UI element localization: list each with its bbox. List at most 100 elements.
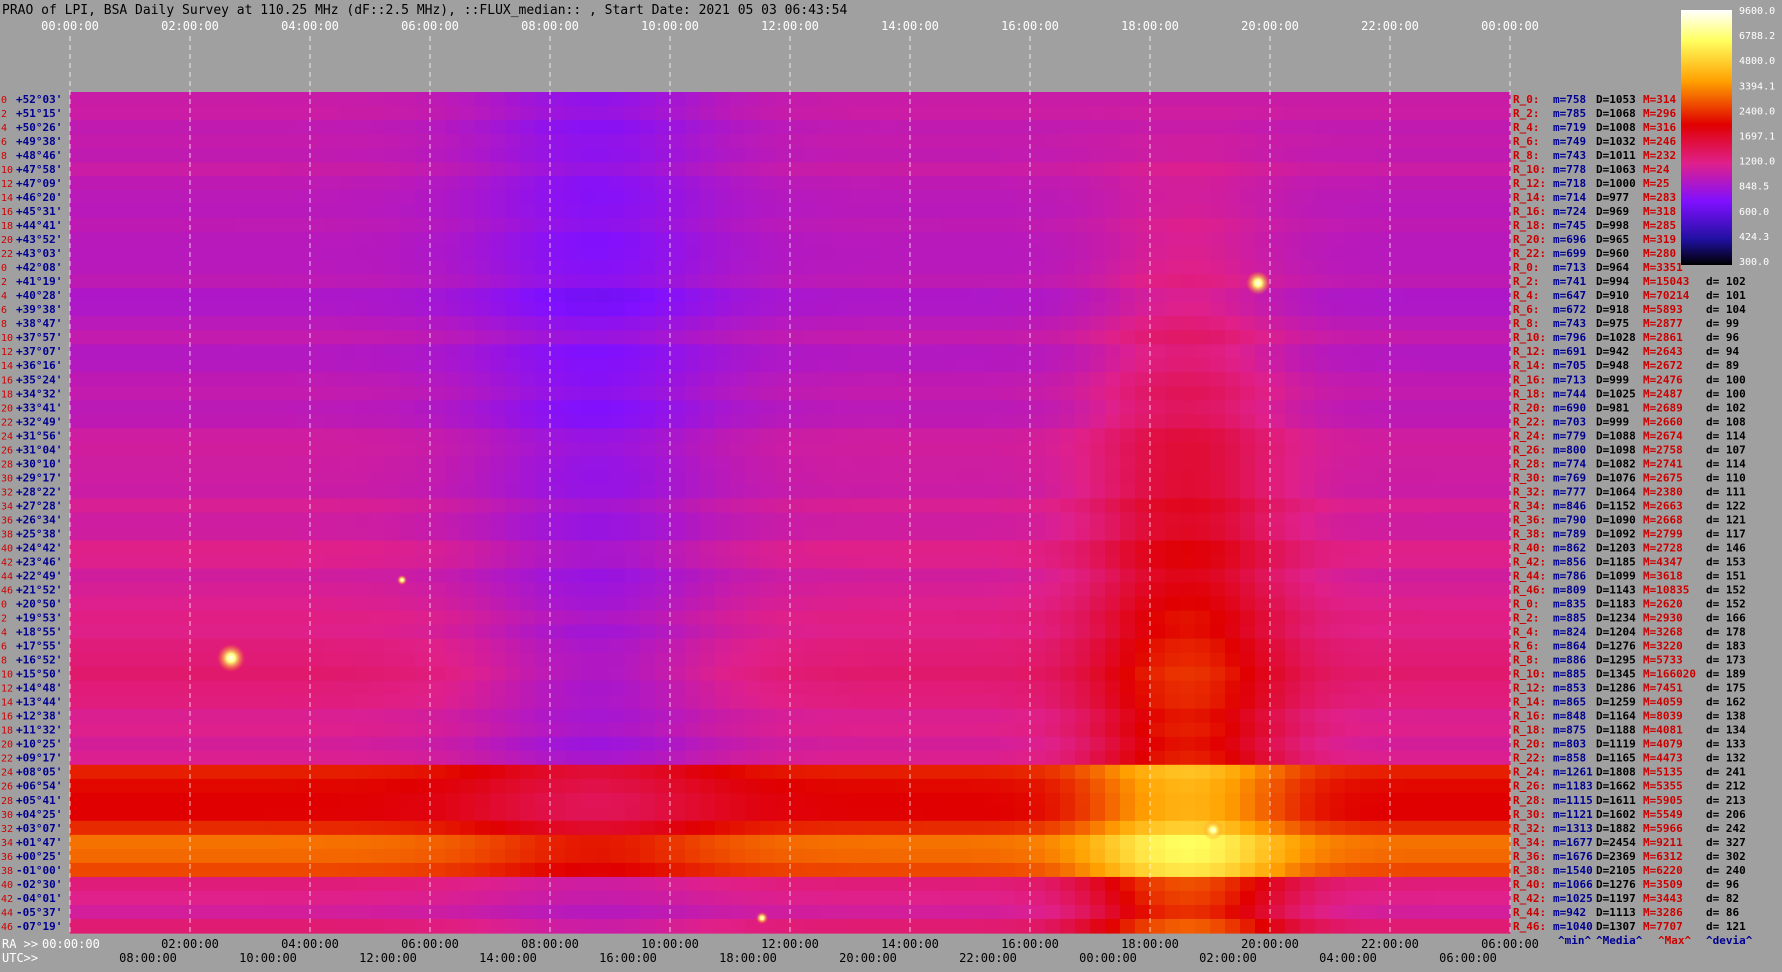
heatmap-cell [715,470,731,486]
heatmap-cell [1315,512,1331,528]
heatmap-cell [550,512,566,528]
heatmap-cell [670,358,686,373]
heatmap-cell [685,764,701,780]
heatmap-cell [250,666,266,682]
heatmap-cell [745,624,761,640]
heatmap-cell [1255,176,1271,191]
heatmap-cell [865,736,881,752]
heatmap-cell [1000,624,1016,640]
heatmap-cell [895,162,911,177]
heatmap-cell [1045,610,1061,626]
heatmap-cell [970,162,986,177]
heatmap-cell [355,512,371,528]
heatmap-cell [1255,736,1271,752]
heatmap-cell [700,386,716,401]
heatmap-cell [190,666,206,682]
heatmap-cell [1165,316,1181,331]
heatmap-cell [1420,568,1436,584]
heatmap-cell [1120,218,1136,233]
heatmap-cell [1165,344,1181,359]
heatmap-cell [1105,806,1121,822]
heatmap-cell [985,134,1001,149]
heatmap-cell [355,120,371,135]
heatmap-cell [835,498,851,514]
heatmap-cell [1000,652,1016,668]
heatmap-cell [1060,92,1076,107]
heatmap-cell [730,218,746,233]
heatmap-cell [700,806,716,822]
heatmap-cell [205,358,221,373]
heatmap-cell [400,260,416,275]
heatmap-cell [1120,596,1136,612]
heatmap-cell [985,694,1001,710]
heatmap-cell [1105,176,1121,191]
heatmap-cell [445,694,461,710]
heatmap-cell [1495,344,1511,359]
heatmap-cell [160,204,176,219]
heatmap-cell [1330,582,1346,598]
heatmap-cell [70,162,86,177]
heatmap-cell [910,568,926,584]
heatmap-cell [1210,582,1226,598]
heatmap-cell [985,638,1001,654]
heatmap-cell [475,792,491,808]
heatmap-cell [1255,204,1271,219]
heatmap-cell [250,792,266,808]
heatmap-cell [520,400,536,415]
heatmap-cell [970,736,986,752]
heatmap-cell [730,428,746,444]
heatmap-cell [1045,764,1061,780]
heatmap-cell [415,596,431,612]
heatmap-cell [1120,624,1136,640]
heatmap-cell [1255,778,1271,794]
heatmap-cell [520,498,536,514]
heatmap-cell [730,722,746,738]
heatmap-cell [490,694,506,710]
heatmap-cell [925,218,941,233]
heatmap-cell [865,162,881,177]
heatmap-cell [160,190,176,205]
heatmap-cell [190,792,206,808]
heatmap-cell [1435,610,1451,626]
heatmap-cell [280,372,296,387]
heatmap-cell [310,456,326,472]
heatmap-cell [1255,582,1271,598]
heatmap-cell [280,596,296,612]
heatmap-cell [895,344,911,359]
heatmap-cell [1435,120,1451,135]
heatmap-cell [1165,540,1181,556]
heatmap-cell [775,400,791,415]
heatmap-cell [370,750,386,766]
heatmap-cell [175,554,191,570]
heatmap-cell [925,134,941,149]
heatmap-cell [370,708,386,724]
heatmap-cell [1210,246,1226,261]
heatmap-cell [1090,484,1106,500]
heatmap-cell [580,386,596,401]
heatmap-cell [1240,106,1256,121]
heatmap-cell [820,526,836,542]
heatmap-cell [1135,512,1151,528]
heatmap-cell [640,302,656,317]
heatmap-cell [1495,736,1511,752]
heatmap-cell [1075,218,1091,233]
heatmap-cell [940,400,956,415]
heatmap-cell [1015,764,1031,780]
heatmap-cell [1315,666,1331,682]
heatmap-cell [100,316,116,331]
heatmap-cell [865,764,881,780]
heatmap-cell [130,372,146,387]
heatmap-cell [490,442,506,458]
heatmap-cell [70,358,86,373]
heatmap-cell [805,498,821,514]
heatmap-cell [70,596,86,612]
heatmap-cell [685,750,701,766]
heatmap-cell [1285,330,1301,345]
heatmap-cell [640,120,656,135]
heatmap-cell [625,568,641,584]
heatmap-cell [1015,442,1031,458]
heatmap-cell [160,596,176,612]
heatmap-cell [145,470,161,486]
heatmap-cell [1360,470,1376,486]
heatmap-cell [640,400,656,415]
